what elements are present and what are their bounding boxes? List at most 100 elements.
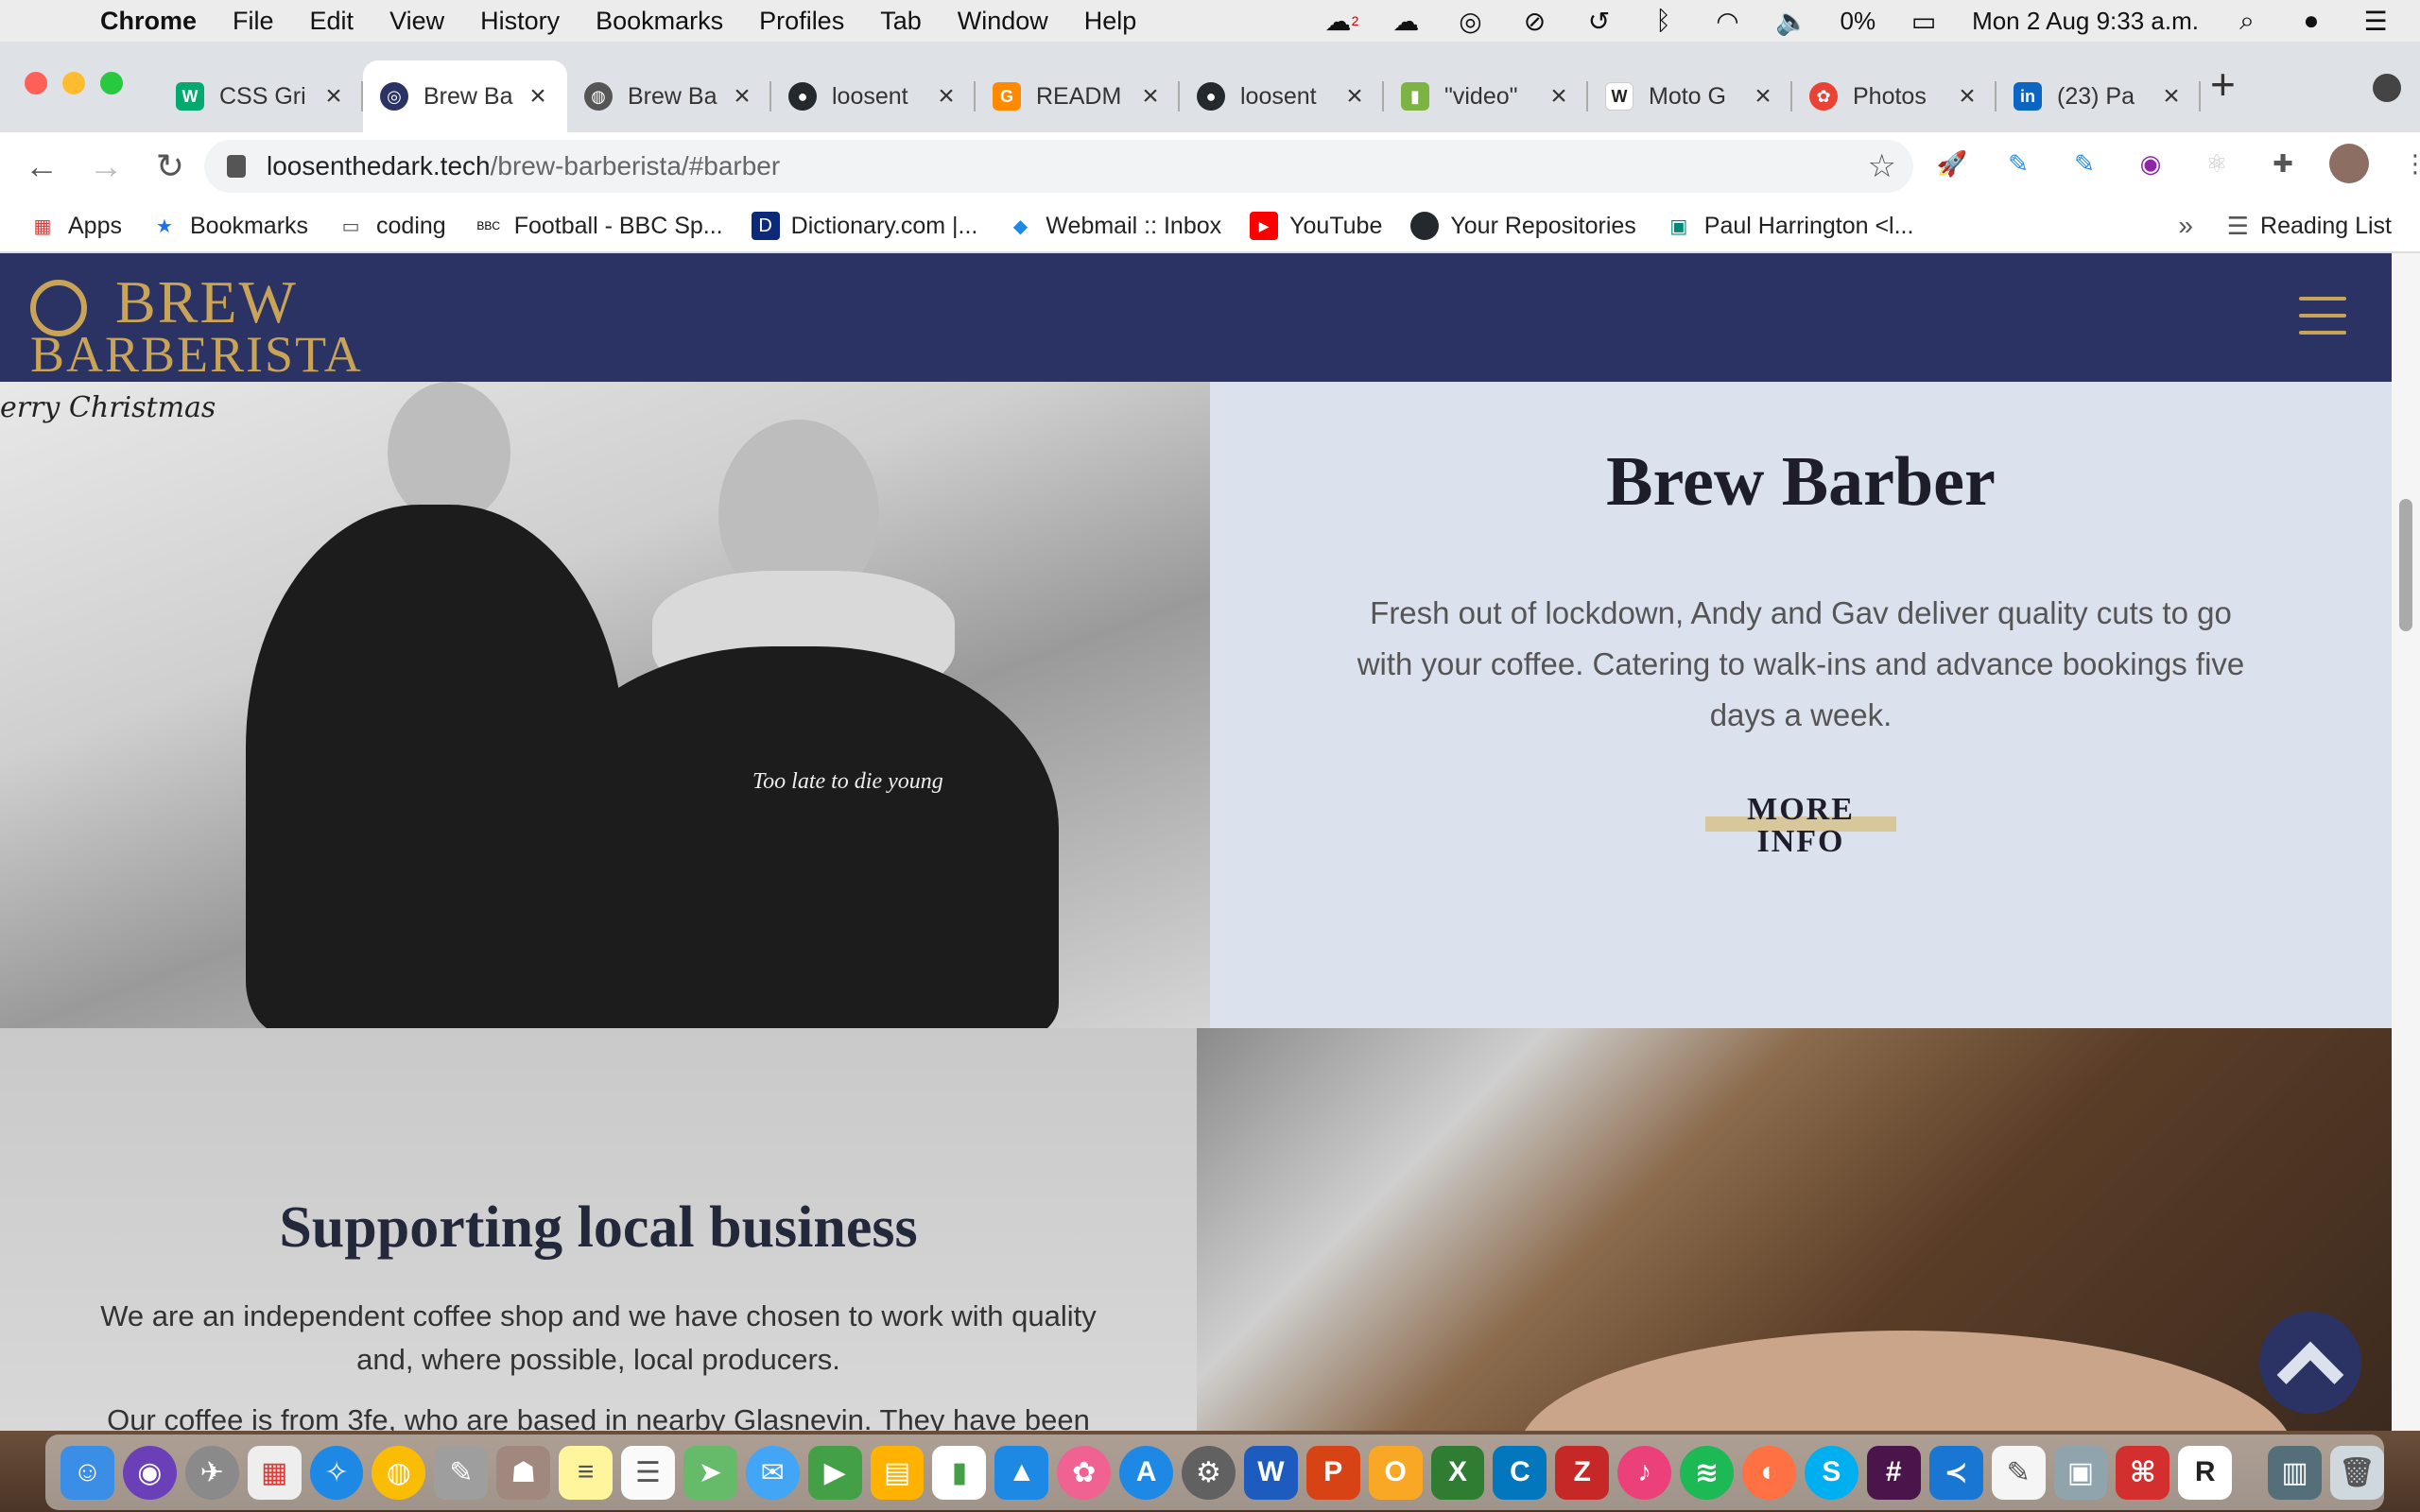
close-tab-icon[interactable]: × (2159, 80, 2184, 112)
rocket-extension-icon[interactable]: 🚀 (1932, 144, 1972, 183)
more-bookmarks-icon[interactable]: » (2178, 211, 2193, 241)
tab[interactable]: in (23) Pa × (1996, 60, 2201, 132)
colorpicker-extension-icon[interactable]: ✎ (2065, 144, 2104, 183)
lock-icon[interactable] (227, 155, 246, 178)
acrobat-icon[interactable]: ⌘ (2116, 1445, 2170, 1500)
messages-icon[interactable]: ✉ (745, 1445, 800, 1500)
spotlight-search-icon[interactable]: ⌕ (2231, 5, 2263, 37)
menu-profiles[interactable]: Profiles (759, 7, 844, 36)
url-text[interactable]: loosenthedark.tech/brew-barberista/#barb… (267, 151, 780, 181)
tab-active[interactable]: ◎ Brew Ba × (363, 60, 567, 132)
close-tab-icon[interactable]: × (321, 80, 346, 112)
puzzle-extensions-icon[interactable]: ✚ (2263, 144, 2303, 183)
menu-view[interactable]: View (389, 7, 444, 36)
photos-icon[interactable]: ✿ (1057, 1445, 1112, 1500)
outlook-icon[interactable]: O (1368, 1445, 1423, 1500)
forward-button[interactable]: → (83, 144, 129, 189)
siri-icon[interactable]: ● (2295, 5, 2327, 37)
vscode-icon[interactable]: ≺ (1928, 1445, 1983, 1500)
menu-bookmarks[interactable]: Bookmarks (596, 7, 723, 36)
app-store-icon[interactable]: A (1119, 1445, 1174, 1500)
close-tab-icon[interactable]: × (1547, 80, 1571, 112)
menu-window[interactable]: Window (958, 7, 1048, 36)
apple-menu-icon[interactable] (38, 3, 74, 39)
cloud-upload-icon[interactable]: ☁ (1390, 5, 1422, 37)
menubar-clock[interactable]: Mon 2 Aug 9:33 a.m. (1972, 7, 2199, 36)
image-capture-icon[interactable]: ▣ (2053, 1445, 2108, 1500)
site-logo[interactable]: BREW BARBERISTA (30, 272, 361, 383)
system-preferences-icon[interactable]: ⚙ (1182, 1445, 1236, 1500)
wifi-icon[interactable]: ◠ (1711, 5, 1743, 37)
menu-file[interactable]: File (233, 7, 274, 36)
menu-app-name[interactable]: Chrome (100, 7, 197, 36)
bookmark-item[interactable]: ▣ Paul Harrington <l... (1665, 212, 1913, 240)
reading-list-button[interactable]: ☰ Reading List (2227, 212, 2392, 241)
word-icon[interactable]: W (1243, 1445, 1298, 1500)
hamburger-menu-icon[interactable] (2299, 297, 2346, 336)
keynote-icon[interactable]: ▲ (994, 1445, 1049, 1500)
do-not-disturb-icon[interactable]: ⊘ (1518, 5, 1550, 37)
volume-icon[interactable]: 🔈 (1775, 5, 1808, 37)
creative-cloud-icon[interactable]: ☁ 2 (1325, 5, 1359, 37)
bookmark-item[interactable]: Your Repositories (1410, 212, 1636, 240)
notes-icon[interactable]: ≡ (559, 1445, 614, 1500)
textedit-icon[interactable]: ✎ (1991, 1445, 2046, 1500)
close-tab-icon[interactable]: × (526, 80, 550, 112)
address-bar[interactable]: loosenthedark.tech/brew-barberista/#barb… (204, 140, 1913, 193)
powerpoint-icon[interactable]: P (1305, 1445, 1360, 1500)
close-tab-icon[interactable]: × (1342, 80, 1367, 112)
bookmark-item[interactable]: ★ Bookmarks (150, 212, 308, 240)
battery-icon[interactable]: ▭ (1908, 5, 1940, 37)
tab[interactable]: ◍ Brew Ba × (567, 60, 771, 132)
new-tab-button[interactable]: + (2210, 59, 2236, 110)
coda-icon[interactable]: C (1493, 1445, 1547, 1500)
slack-icon[interactable]: # (1866, 1445, 1921, 1500)
tab[interactable]: W Moto G × (1588, 60, 1792, 132)
launchpad-icon[interactable]: ✈ (184, 1445, 239, 1500)
menu-history[interactable]: History (480, 7, 560, 36)
skype-icon[interactable]: S (1804, 1445, 1858, 1500)
broadcast-extension-icon[interactable]: ◉ (2131, 144, 2170, 183)
safari-icon[interactable]: ✧ (309, 1445, 364, 1500)
filezilla-icon[interactable]: Z (1555, 1445, 1610, 1500)
trash-icon[interactable]: 🗑 (2330, 1445, 2384, 1500)
spotify-icon[interactable]: ≋ (1680, 1445, 1735, 1500)
scrollbar-thumb[interactable] (2399, 499, 2412, 631)
facetime-icon[interactable]: ▶ (807, 1445, 862, 1500)
tab[interactable]: ● loosent × (771, 60, 976, 132)
reload-button[interactable]: ↻ (147, 144, 193, 189)
tab[interactable]: ✿ Photos × (1792, 60, 1996, 132)
bookmark-item[interactable]: BBC Football - BBC Sp... (475, 212, 722, 240)
back-button[interactable]: ← (19, 144, 64, 189)
chrome-menu-icon[interactable]: ⋮ (2395, 144, 2420, 183)
downloads-stack-icon[interactable]: ▥ (2268, 1445, 2323, 1500)
close-window-button[interactable] (25, 72, 47, 94)
firefox-icon[interactable]: ◐ (1742, 1445, 1796, 1500)
bookmark-item[interactable]: ▭ coding (337, 212, 446, 240)
r-app-icon[interactable]: R (2178, 1445, 2233, 1500)
eyedropper-extension-icon[interactable]: ✎ (1998, 144, 2038, 183)
tab[interactable]: W CSS Gri × (159, 60, 363, 132)
more-info-link[interactable]: MORE INFO (1705, 794, 1896, 858)
reminders-icon[interactable]: ☰ (621, 1445, 675, 1500)
tab[interactable]: G READM × (976, 60, 1180, 132)
page-scrollbar[interactable] (2392, 253, 2420, 1431)
maps-icon[interactable]: ➤ (683, 1445, 737, 1500)
excel-icon[interactable]: X (1430, 1445, 1485, 1500)
finder-icon[interactable]: ☺ (60, 1445, 114, 1500)
numbers-icon[interactable]: ▮ (932, 1445, 987, 1500)
launchpad-grid-icon[interactable]: ▦ (247, 1445, 302, 1500)
react-devtools-icon[interactable]: ⚛ (2197, 144, 2237, 183)
tab[interactable]: ▮ "video" × (1384, 60, 1588, 132)
tab-search-icon[interactable] (2373, 74, 2401, 102)
music-icon[interactable]: ♪ (1617, 1445, 1672, 1500)
close-tab-icon[interactable]: × (934, 80, 959, 112)
menu-tab[interactable]: Tab (880, 7, 922, 36)
bookmark-item[interactable]: D Dictionary.com |... (751, 212, 977, 240)
overlap-circles-icon[interactable]: ◎ (1454, 5, 1486, 37)
siri-icon[interactable]: ◉ (122, 1445, 177, 1500)
close-tab-icon[interactable]: × (1751, 80, 1775, 112)
bookmark-item[interactable]: ▶ YouTube (1250, 212, 1382, 240)
contacts-icon[interactable]: ☗ (496, 1445, 551, 1500)
close-tab-icon[interactable]: × (1138, 80, 1163, 112)
